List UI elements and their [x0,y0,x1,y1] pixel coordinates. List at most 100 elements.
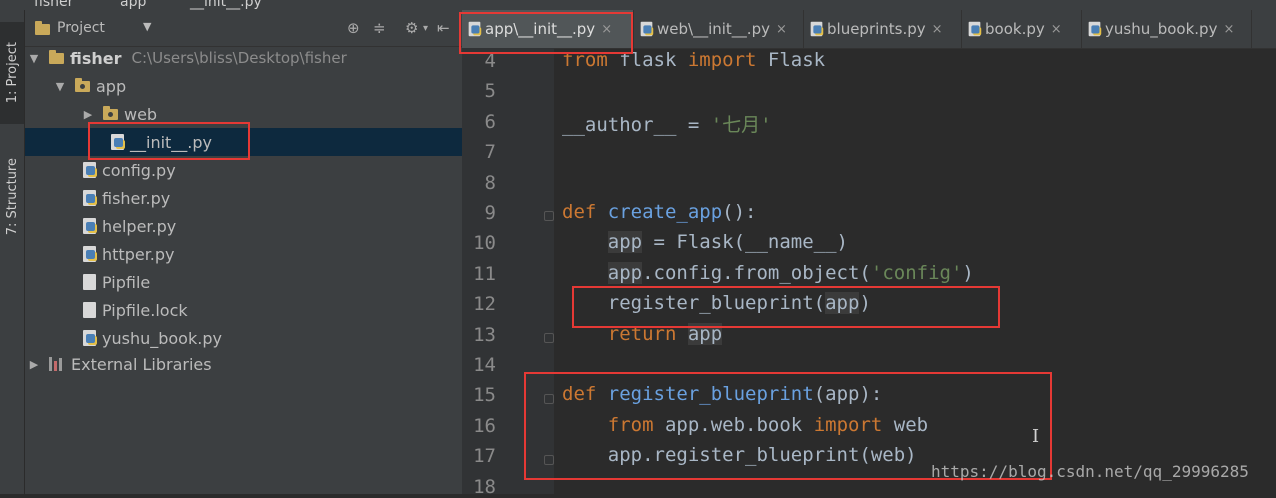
python-file-icon [83,162,96,178]
tree-item-external-libraries[interactable]: ▶ External Libraries [25,350,462,378]
line-number-gutter: 4 5 6 7 8 9 10 11 12 13 14 15 16 17 18 [462,48,554,498]
chevron-down-icon[interactable]: ▼ [143,20,151,33]
target-icon[interactable]: ⊕ [347,19,360,37]
project-panel: Project ▼ ⊕ ≑ ⚙ ▾ ⇤ ▼ fisher C:\Users\bl… [25,10,462,494]
expanded-arrow-icon[interactable]: ▼ [53,80,67,93]
project-panel-header: Project ▼ ⊕ ≑ ⚙ ▾ ⇤ [25,10,462,47]
tree-item-label: httper.py [102,244,175,264]
fold-marker-icon[interactable] [544,211,554,221]
line-number: 18 [473,476,496,498]
gear-icon[interactable]: ⚙ [405,19,418,37]
python-file-icon [83,330,96,346]
tree-item-fisher[interactable]: ▼ fisher C:\Users\bliss\Desktop\fisher [25,44,462,72]
expanded-arrow-icon[interactable]: ▼ [27,52,41,65]
tree-item-fisher-py[interactable]: fisher.py [25,184,462,212]
editor-tab-blueprints[interactable]: blueprints.py × [804,10,962,48]
tree-item-label: config.py [102,160,176,180]
keyword-token: def [562,201,597,223]
line-number: 13 [473,324,496,346]
tree-item-init-py[interactable]: __init__.py [25,128,462,156]
keyword-token: import [813,414,883,436]
expression-token: app.register_blueprint(web) [607,444,917,466]
variable-token: app [607,231,643,253]
fold-marker-icon[interactable] [544,333,554,343]
text-file-icon [83,302,96,318]
editor-tab-book[interactable]: book.py × [962,10,1082,48]
fold-marker-icon[interactable] [544,455,554,465]
editor-tab-web-init[interactable]: web\__init__.py × [634,10,804,48]
package-icon [75,77,90,92]
python-file-icon [640,21,653,37]
fold-marker-icon[interactable] [544,394,554,404]
tree-item-pipfile[interactable]: Pipfile [25,268,462,296]
close-tab-icon[interactable]: × [1051,22,1062,37]
project-path: C:\Users\bliss\Desktop\fisher [131,49,347,67]
watermark: https://blog.csdn.net/qq_29996285 [931,462,1249,481]
close-tab-icon[interactable]: × [932,22,943,37]
code-line-11: app.config.from_object('config') [562,262,974,284]
expression-token: .config.from_object( [642,262,871,284]
breadcrumb-item-fisher[interactable]: fisher [34,0,73,10]
function-name-token: create_app [607,201,723,223]
breadcrumb-item-file[interactable]: __init__.py [190,0,262,10]
keyword-token: def [562,383,597,405]
tree-item-label: helper.py [102,216,177,236]
tree-item-pipfile-lock[interactable]: Pipfile.lock [25,296,462,324]
project-view-selector[interactable]: Project [57,20,105,36]
collapsed-arrow-icon[interactable]: ▶ [81,108,95,121]
code-text-area[interactable]: from flask import Flask __author__ = '七月… [554,48,1276,494]
name-token: __author__ [562,114,677,136]
editor-tab-yushu-book[interactable]: yushu_book.py × [1082,10,1252,48]
folder-icon [49,49,64,64]
module-token: flask [607,49,688,71]
line-number: 4 [484,50,496,72]
editor-tab-label: book.py [985,20,1045,38]
tree-item-label: fisher.py [102,188,171,208]
close-tab-icon[interactable]: × [601,22,612,37]
tree-item-config-py[interactable]: config.py [25,156,462,184]
python-file-icon [468,21,481,37]
editor-tab-label: blueprints.py [827,20,926,38]
collapsed-arrow-icon[interactable]: ▶ [27,358,41,371]
line-number: 8 [484,172,496,194]
code-line-17: app.register_blueprint(web) [562,444,917,466]
hide-panel-icon[interactable]: ⇤ [437,19,450,37]
code-line-13: return app [562,323,723,345]
close-tab-icon[interactable]: × [776,22,787,37]
structure-tool-tab[interactable]: 7: Structure [0,144,24,250]
line-number: 17 [473,445,496,467]
keyword-token: return [607,323,677,345]
tree-item-label: fisher [70,48,122,68]
gear-menu-chevron-icon[interactable]: ▾ [423,23,428,34]
line-number: 14 [473,354,496,376]
call-token: register_blueprint( [607,292,826,314]
function-name-token: register_blueprint [607,383,814,405]
close-tab-icon[interactable]: × [1223,22,1234,37]
tree-item-web[interactable]: ▶ web [25,100,462,128]
python-file-icon [810,21,823,37]
line-number: 16 [473,415,496,437]
project-folder-icon [35,21,50,35]
tool-window-strip: 1: Project 7: Structure [0,10,25,494]
string-token: '七月' [710,114,772,136]
tree-item-label: External Libraries [71,354,212,374]
tree-item-label: yushu_book.py [102,328,222,348]
code-line-4: from flask import Flask [562,49,825,71]
tree-item-yushu-book-py[interactable]: yushu_book.py [25,324,462,352]
tree-item-label: app [96,76,127,96]
code-line-6: __author__ = '七月' [562,110,772,137]
tree-item-label: __init__.py [130,132,213,152]
code-line-12: register_blueprint(app) [562,292,871,314]
line-number: 10 [473,232,496,254]
collapse-icon[interactable]: ≑ [373,19,386,37]
editor-tab-label: app\__init__.py [485,20,596,38]
punctuation-token: (app): [813,383,883,405]
tree-item-app[interactable]: ▼ app [25,72,462,100]
tree-item-helper-py[interactable]: helper.py [25,212,462,240]
python-file-icon [83,190,96,206]
breadcrumb-item-app[interactable]: app [120,0,146,10]
punctuation-token: ) [962,262,974,284]
editor-tab-app-init[interactable]: app\__init__.py × [462,10,634,48]
tree-item-httper-py[interactable]: httper.py [25,240,462,268]
project-tool-tab[interactable]: 1: Project [0,22,24,124]
